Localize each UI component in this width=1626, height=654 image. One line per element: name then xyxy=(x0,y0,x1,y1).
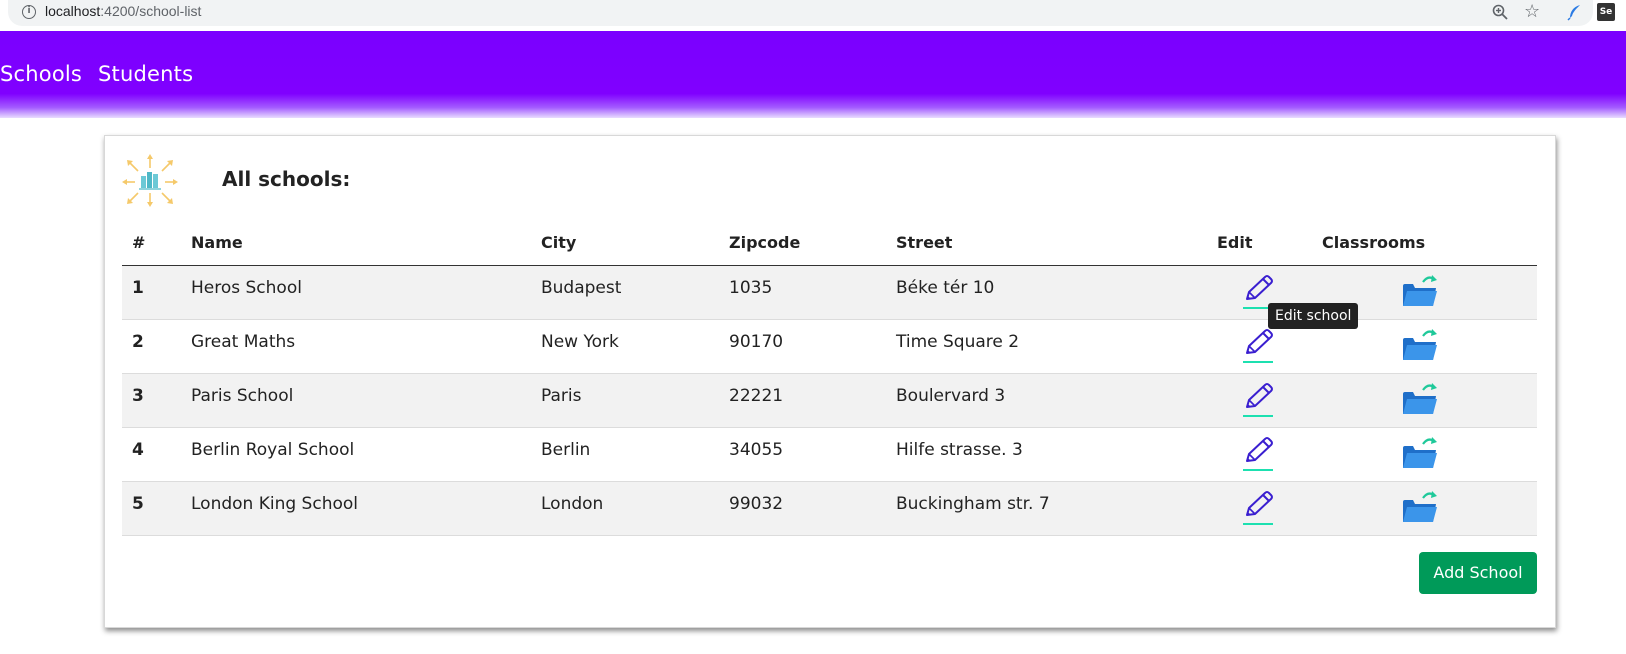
header-city: City xyxy=(541,233,577,252)
folder-refresh-icon xyxy=(1403,437,1437,468)
browser-address-bar: i localhost:4200/school-list ☆ Se xyxy=(0,0,1626,31)
classrooms-button[interactable] xyxy=(1401,382,1439,418)
cell-number: 4 xyxy=(132,440,144,460)
cell-zipcode: 1035 xyxy=(729,278,773,298)
pencil-icon xyxy=(1246,383,1273,408)
nav-link-schools[interactable]: Schools xyxy=(0,62,82,86)
page-title: All schools: xyxy=(222,167,351,191)
url-path: :4200/school-list xyxy=(100,3,202,19)
table-row: 3 Paris School Paris 22221 Boulervard 3 xyxy=(122,374,1537,428)
cell-name: Heros School xyxy=(191,278,302,298)
cell-number: 1 xyxy=(132,278,144,298)
classrooms-button[interactable] xyxy=(1401,328,1439,364)
folder-refresh-icon xyxy=(1403,383,1437,414)
table-row: 5 London King School London 99032 Buckingham… xyxy=(122,482,1537,536)
table-header: # Name City Zipcode Street Edit Classroo… xyxy=(122,221,1537,266)
edit-underline xyxy=(1243,523,1273,525)
cell-city: Budapest xyxy=(541,278,622,298)
edit-school-button[interactable] xyxy=(1241,382,1275,418)
cell-city: Paris xyxy=(541,386,582,406)
edit-underline xyxy=(1243,469,1273,471)
pencil-icon xyxy=(1246,437,1273,462)
header-street: Street xyxy=(896,233,953,252)
header-number: # xyxy=(132,233,146,252)
cell-city: London xyxy=(541,494,604,514)
cell-street: Hilfe strasse. 3 xyxy=(896,440,1023,460)
cell-name: London King School xyxy=(191,494,358,514)
edit-school-tooltip: Edit school xyxy=(1268,303,1359,329)
add-school-button[interactable]: Add School xyxy=(1419,552,1537,594)
cell-zipcode: 90170 xyxy=(729,332,784,352)
url-bar[interactable] xyxy=(8,0,1593,26)
edit-school-button[interactable] xyxy=(1241,490,1275,526)
classrooms-button[interactable] xyxy=(1401,436,1439,472)
folder-refresh-icon xyxy=(1403,275,1437,306)
nav-link-students[interactable]: Students xyxy=(98,62,193,86)
cell-street: Time Square 2 xyxy=(896,332,1020,352)
cell-name: Paris School xyxy=(191,386,294,406)
feather-extension-icon[interactable] xyxy=(1566,3,1584,21)
edit-underline xyxy=(1243,361,1273,363)
folder-refresh-icon xyxy=(1403,329,1437,360)
cell-street: Boulervard 3 xyxy=(896,386,1006,406)
cell-number: 2 xyxy=(132,332,144,352)
header-zipcode: Zipcode xyxy=(729,233,801,252)
school-list-card: All schools: # Name City Zipcode Street … xyxy=(104,135,1556,628)
schools-logo-icon xyxy=(122,154,178,207)
cell-zipcode: 34055 xyxy=(729,440,784,460)
cell-street: Béke tér 10 xyxy=(896,278,995,298)
zoom-icon[interactable] xyxy=(1491,3,1509,21)
folder-refresh-icon xyxy=(1403,491,1437,522)
cell-number: 3 xyxy=(132,386,144,406)
header-name: Name xyxy=(191,233,243,252)
pencil-icon xyxy=(1246,329,1273,354)
url-text[interactable]: localhost:4200/school-list xyxy=(45,3,201,19)
bookmark-star-icon[interactable]: ☆ xyxy=(1524,1,1540,22)
cell-city: Berlin xyxy=(541,440,591,460)
schools-table: # Name City Zipcode Street Edit Classroo… xyxy=(122,221,1537,536)
edit-underline xyxy=(1243,415,1273,417)
cell-street: Buckingham str. 7 xyxy=(896,494,1050,514)
cell-name: Great Maths xyxy=(191,332,296,352)
cell-zipcode: 22221 xyxy=(729,386,784,406)
cell-number: 5 xyxy=(132,494,144,514)
header-edit: Edit xyxy=(1217,233,1253,252)
header-classrooms: Classrooms xyxy=(1322,233,1426,252)
pencil-icon xyxy=(1246,275,1273,300)
cell-name: Berlin Royal School xyxy=(191,440,355,460)
selenium-extension-icon[interactable]: Se xyxy=(1597,3,1615,21)
edit-school-button[interactable] xyxy=(1241,436,1275,472)
cell-city: New York xyxy=(541,332,619,352)
top-navbar: Schools Students xyxy=(0,31,1626,118)
url-host: localhost xyxy=(45,3,101,19)
classrooms-button[interactable] xyxy=(1401,490,1439,526)
site-info-icon[interactable]: i xyxy=(22,5,36,19)
classrooms-button[interactable] xyxy=(1401,274,1439,310)
pencil-icon xyxy=(1246,491,1273,516)
edit-school-button[interactable] xyxy=(1241,328,1275,364)
cell-zipcode: 99032 xyxy=(729,494,784,514)
table-row: 4 Berlin Royal School Berlin 34055 Hilfe str… xyxy=(122,428,1537,482)
